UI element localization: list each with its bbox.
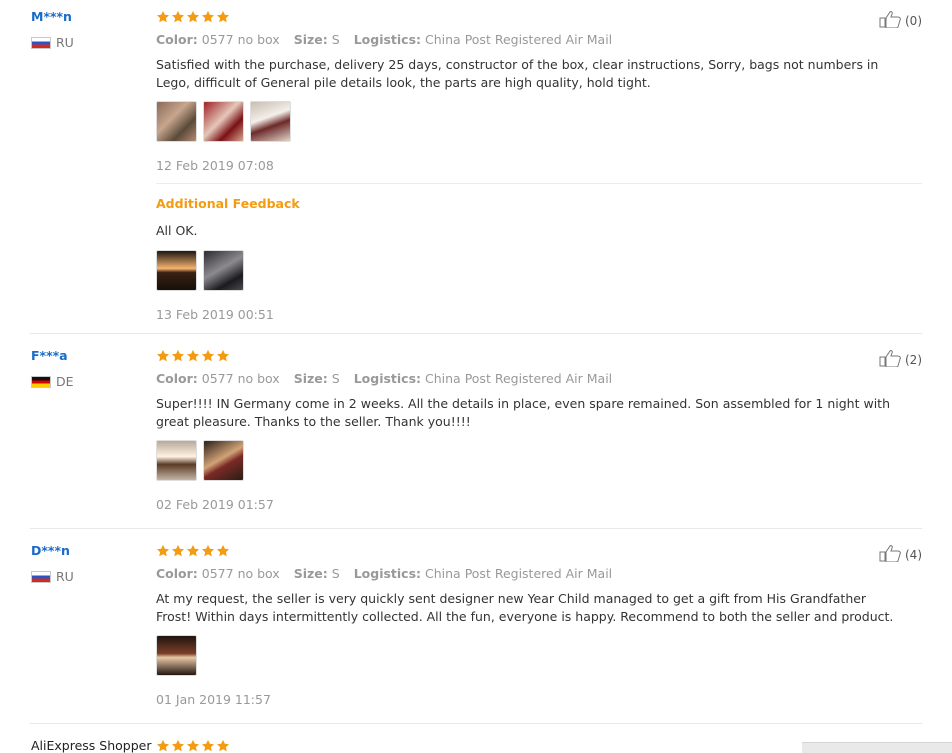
reviewer-country: RU	[31, 569, 74, 584]
review-divider	[30, 723, 922, 724]
review-photo[interactable]	[203, 101, 244, 142]
review-photos	[156, 635, 197, 676]
country-code: RU	[56, 35, 74, 50]
review-photo[interactable]	[250, 101, 291, 142]
reviewer-name[interactable]: M***n	[31, 9, 72, 24]
star-icon	[201, 739, 215, 753]
country-code: RU	[56, 569, 74, 584]
additional-photos	[156, 250, 244, 291]
divider	[156, 183, 922, 184]
thumbs-up-icon	[879, 545, 901, 562]
star-icon	[186, 739, 200, 753]
helpful-count: (0)	[905, 14, 922, 28]
star-rating	[156, 739, 230, 753]
review-photo[interactable]	[156, 101, 197, 142]
star-icon	[156, 349, 170, 363]
star-icon	[156, 544, 170, 558]
reviewer-name[interactable]: F***a	[31, 348, 68, 363]
star-icon	[216, 10, 230, 24]
review-text: Satisfied with the purchase, delivery 25…	[156, 57, 879, 90]
reviewer-name[interactable]: D***n	[31, 543, 70, 558]
star-icon	[156, 739, 170, 753]
star-icon	[201, 349, 215, 363]
helpful-button[interactable]: (2)	[879, 349, 922, 367]
review-divider	[30, 528, 922, 529]
order-attributes: Color: 0577 no box Size: S Logistics: Chin…	[156, 32, 613, 47]
reviewer-country: DE	[31, 374, 74, 389]
reviewer-country: RU	[31, 35, 74, 50]
review-photo[interactable]	[203, 440, 244, 481]
review-photo[interactable]	[156, 440, 197, 481]
review-date: 02 Feb 2019 01:57	[156, 497, 274, 512]
star-icon	[171, 349, 185, 363]
star-icon	[156, 10, 170, 24]
star-icon	[201, 10, 215, 24]
country-code: DE	[56, 374, 74, 389]
additional-feedback-text: All OK.	[156, 223, 198, 238]
star-icon	[186, 349, 200, 363]
helpful-count: (2)	[905, 353, 922, 367]
star-icon	[201, 544, 215, 558]
review-divider	[30, 333, 922, 334]
thumbs-up-icon	[879, 350, 901, 367]
review-photo[interactable]	[203, 250, 244, 291]
star-icon	[186, 10, 200, 24]
order-attributes: Color: 0577 no box Size: S Logistics: Chin…	[156, 566, 613, 581]
russia-flag-icon	[31, 36, 51, 49]
review-photo[interactable]	[156, 250, 197, 291]
review-text: At my request, the seller is very quickl…	[156, 591, 894, 624]
bottom-scrollbar[interactable]	[802, 742, 952, 753]
helpful-button[interactable]: (0)	[879, 10, 922, 28]
star-rating	[156, 10, 230, 24]
additional-feedback-title: Additional Feedback	[156, 196, 300, 211]
star-icon	[216, 349, 230, 363]
star-icon	[171, 544, 185, 558]
order-attributes: Color: 0577 no box Size: S Logistics: Chin…	[156, 371, 613, 386]
review-photo[interactable]	[156, 635, 197, 676]
star-rating	[156, 544, 230, 558]
star-icon	[171, 739, 185, 753]
star-icon	[216, 739, 230, 753]
reviewer-name[interactable]: AliExpress Shopper	[31, 738, 151, 753]
star-icon	[216, 544, 230, 558]
review-text: Super!!!! IN Germany come in 2 weeks. Al…	[156, 396, 890, 429]
review-date: 12 Feb 2019 07:08	[156, 158, 274, 173]
review-date: 01 Jan 2019 11:57	[156, 692, 271, 707]
thumbs-up-icon	[879, 11, 901, 28]
helpful-count: (4)	[905, 548, 922, 562]
review-photos	[156, 101, 291, 142]
star-rating	[156, 349, 230, 363]
helpful-button[interactable]: (4)	[879, 544, 922, 562]
germany-flag-icon	[31, 375, 51, 388]
russia-flag-icon	[31, 570, 51, 583]
review-photos	[156, 440, 244, 481]
star-icon	[186, 544, 200, 558]
star-icon	[171, 10, 185, 24]
additional-feedback-date: 13 Feb 2019 00:51	[156, 307, 274, 322]
